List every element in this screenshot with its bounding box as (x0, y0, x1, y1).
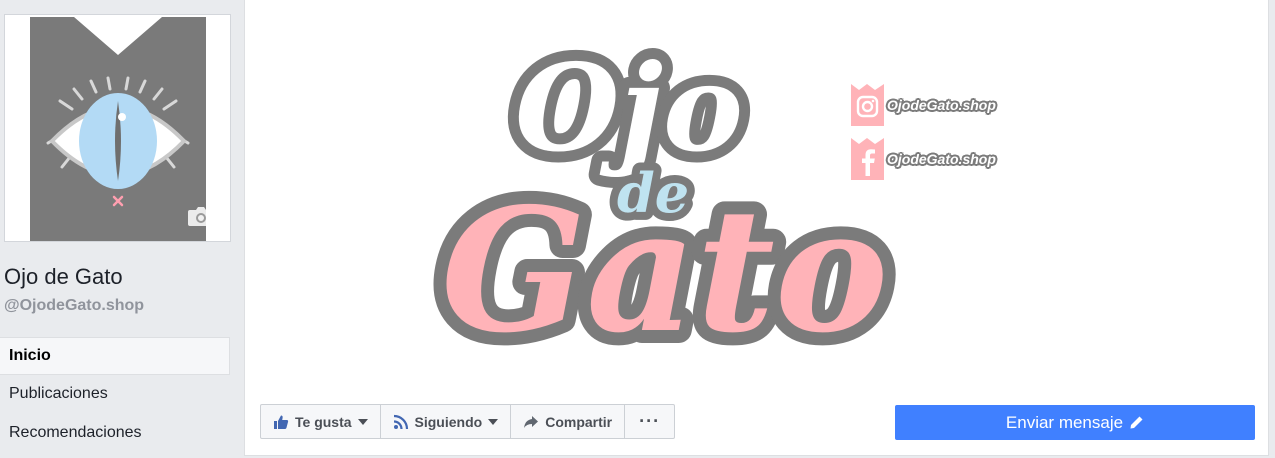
more-icon: ··· (639, 411, 661, 431)
more-options-button[interactable]: ··· (625, 405, 674, 438)
instagram-link[interactable]: OjodeGato.shop (851, 83, 996, 127)
instagram-icon (851, 84, 884, 126)
facebook-icon (851, 138, 884, 180)
send-message-label: Enviar mensaje (1005, 412, 1124, 432)
rss-icon (393, 414, 408, 429)
facebook-page: Ojo de Gato @OjodeGato.shop Inicio Publi… (0, 0, 1275, 458)
page-title[interactable]: Ojo de Gato (4, 264, 123, 290)
page-action-bar: Te gusta Siguiendo Compartir ··· (260, 404, 676, 439)
nav-item-inicio[interactable]: Inicio (0, 337, 230, 375)
cover-photo[interactable]: Ojo de Gato (245, 0, 1268, 395)
send-message-button[interactable]: Enviar mensaje (895, 405, 1255, 440)
nav-item-recomendaciones[interactable]: Recomendaciones (0, 415, 230, 453)
thumbs-up-icon (274, 415, 289, 429)
instagram-handle: OjodeGato.shop (887, 97, 996, 113)
like-button[interactable]: Te gusta (261, 405, 381, 438)
share-button[interactable]: Compartir (511, 405, 626, 438)
social-links: OjodeGato.shop OjodeGato.shop (851, 83, 996, 191)
facebook-link[interactable]: OjodeGato.shop (851, 137, 996, 181)
profile-picture (30, 17, 206, 241)
cover-card: Ojo de Gato OjodeGato.shop OjodeGato.sho… (244, 0, 1269, 456)
chevron-down-icon (357, 418, 368, 425)
camera-icon[interactable] (187, 205, 215, 227)
profile-picture-frame[interactable] (4, 14, 231, 242)
share-icon (524, 415, 539, 428)
page-nav: Inicio Publicaciones Recomendaciones (0, 337, 230, 453)
brand-logo: Ojo de Gato (428, 27, 901, 384)
logo-word-ojo: Ojo (515, 38, 743, 179)
logo-word-gato: Gato (441, 171, 888, 371)
following-button[interactable]: Siguiendo (381, 405, 512, 438)
nav-item-publicaciones[interactable]: Publicaciones (0, 376, 230, 414)
chevron-down-icon (488, 418, 499, 425)
facebook-handle: OjodeGato.shop (887, 151, 996, 167)
like-label: Te gusta (295, 413, 352, 430)
pencil-icon (1130, 416, 1143, 429)
share-label: Compartir (545, 413, 613, 430)
page-username[interactable]: @OjodeGato.shop (4, 297, 144, 315)
following-label: Siguiendo (414, 413, 483, 430)
